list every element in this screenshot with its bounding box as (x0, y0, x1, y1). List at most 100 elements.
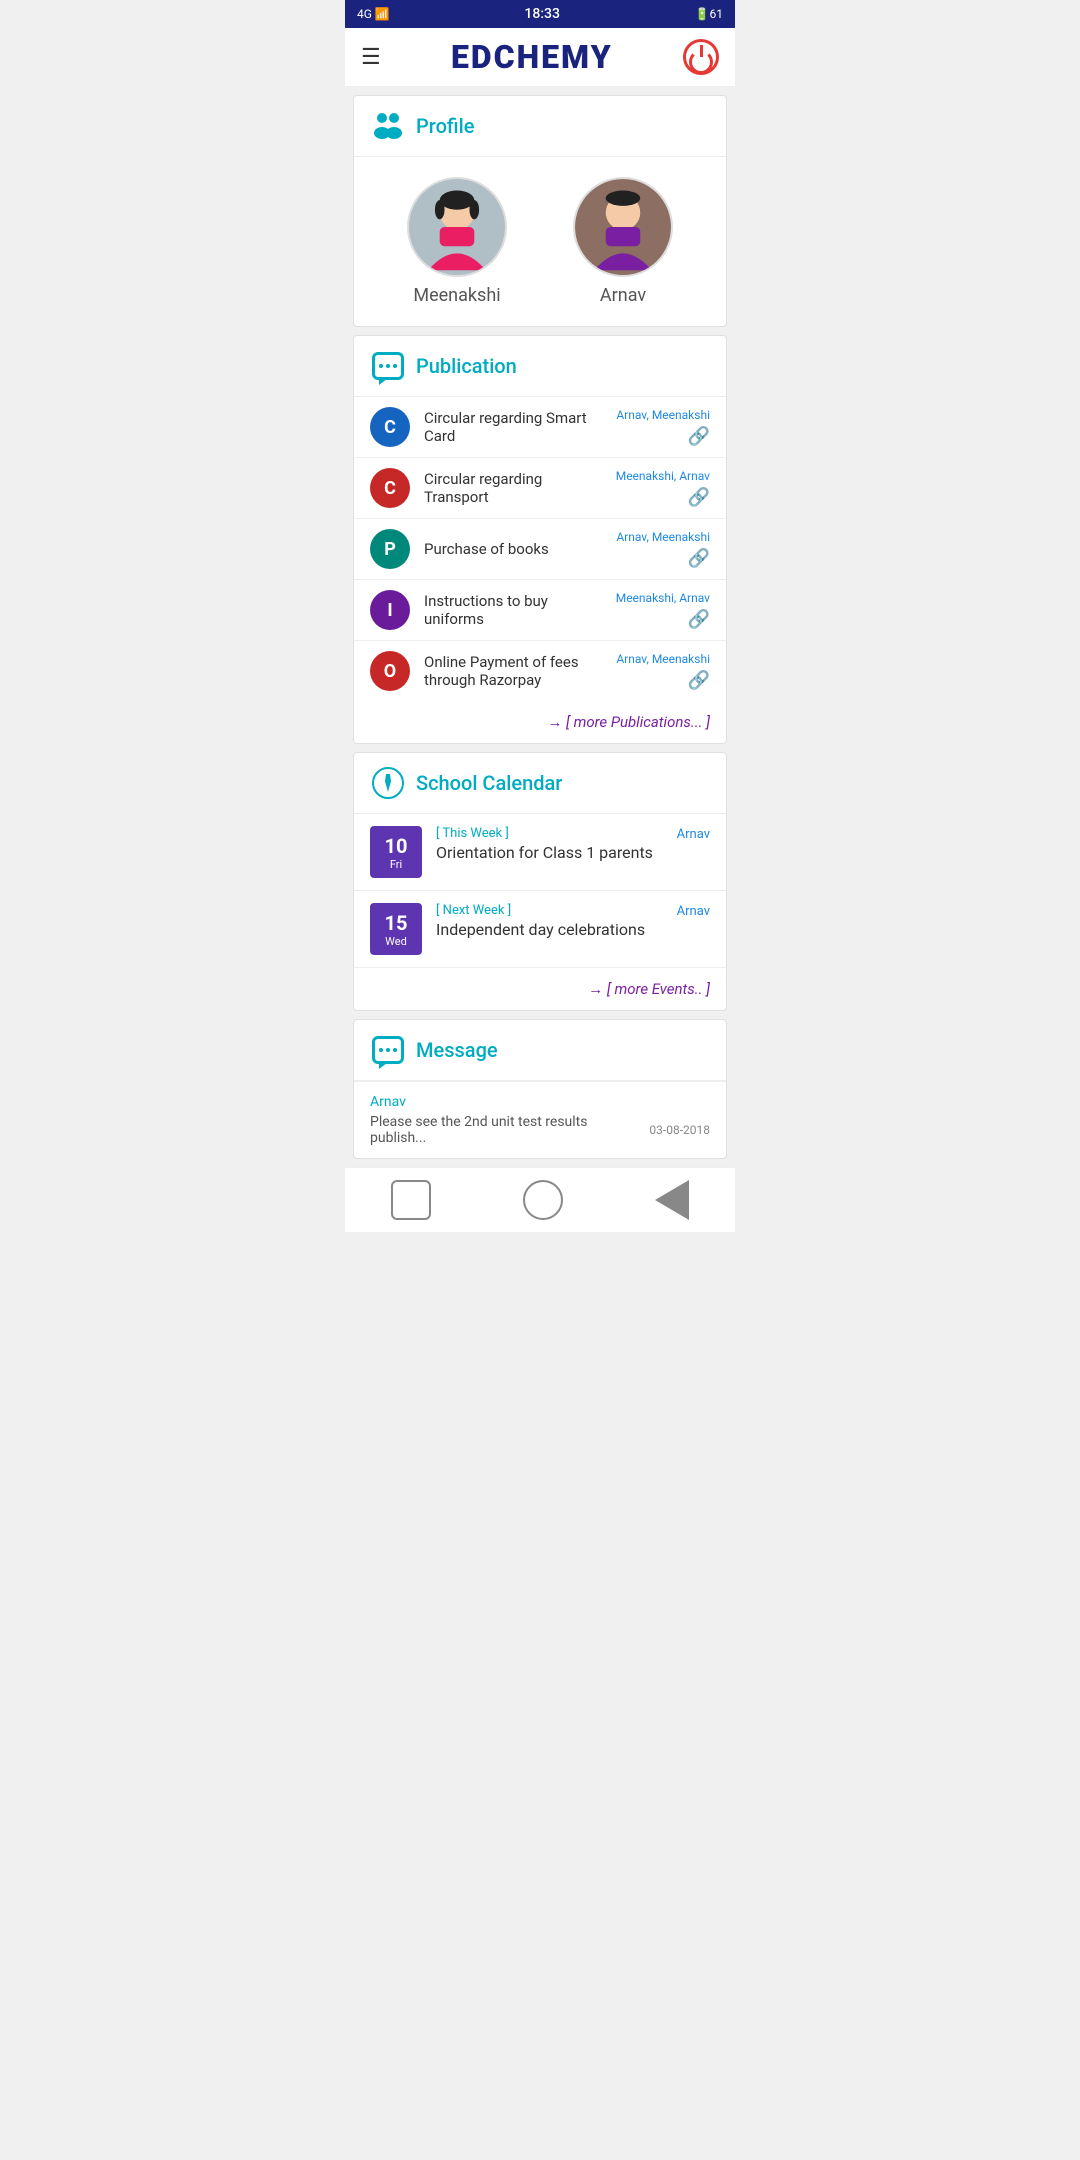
msg-date-0: 03-08-2018 (649, 1123, 710, 1137)
calendar-title: School Calendar (416, 771, 562, 795)
tie-shape (383, 774, 393, 792)
publication-item[interactable]: P Purchase of books Arnav, Meenakshi 🔗 (354, 519, 726, 580)
battery-indicator: 🔋61 (695, 7, 723, 21)
msg-dot-2 (386, 1048, 390, 1052)
cal-date-box-1: 15 Wed (370, 903, 422, 955)
pub-meta-0: Arnav, Meenakshi 🔗 (616, 408, 710, 447)
profile-section-header: Profile (354, 96, 726, 157)
publication-item[interactable]: O Online Payment of fees through Razorpa… (354, 641, 726, 701)
network-signal: 4G 📶 (357, 7, 390, 21)
app-header: ☰ EDCHEMY (345, 28, 735, 87)
home-button[interactable] (391, 1180, 431, 1220)
pub-badge-3: I (370, 590, 410, 630)
pub-names-0: Arnav, Meenakshi (616, 408, 710, 422)
pub-content-4: Online Payment of fees through Razorpay (424, 653, 602, 689)
publication-list: C Circular regarding Smart Card Arnav, M… (354, 397, 726, 701)
message-item[interactable]: Arnav Please see the 2nd unit test resul… (354, 1081, 726, 1158)
profile-card: Profile Meenakshi (353, 95, 727, 327)
publication-chat-icon (370, 348, 406, 384)
pub-names-1: Meenakshi, Arnav (616, 469, 710, 483)
cal-day-name-1: Wed (385, 935, 407, 948)
cal-student-1: Arnav (677, 904, 710, 919)
cal-day-num-0: 10 (385, 834, 408, 858)
publication-item[interactable]: I Instructions to buy uniforms Meenakshi… (354, 580, 726, 641)
menu-button[interactable]: ☰ (361, 45, 381, 70)
message-card: Message Arnav Please see the 2nd unit te… (353, 1019, 727, 1159)
attachment-icon-3: 🔗 (688, 609, 710, 630)
bottom-navigation (345, 1167, 735, 1232)
pub-title-0: Circular regarding Smart Card (424, 409, 602, 445)
pub-title-3: Instructions to buy uniforms (424, 592, 602, 628)
message-section-header: Message (354, 1020, 726, 1081)
attachment-icon-4: 🔗 (688, 670, 710, 691)
cal-content-0: [ This Week ] Arnav Orientation for Clas… (436, 826, 710, 862)
publication-section-header: Publication (354, 336, 726, 397)
profile-item-meenakshi[interactable]: Meenakshi (407, 177, 507, 306)
profile-name-meenakshi: Meenakshi (413, 285, 500, 306)
power-button[interactable] (683, 39, 719, 75)
pub-names-2: Arnav, Meenakshi (616, 530, 710, 544)
message-bubble-icon (372, 1036, 404, 1064)
msg-preview-0: Please see the 2nd unit test results pub… (370, 1114, 641, 1146)
calendar-tie-icon (370, 765, 406, 801)
cal-day-name-0: Fri (390, 858, 402, 871)
pub-badge-4: O (370, 651, 410, 691)
msg-dot-3 (393, 1048, 397, 1052)
attachment-icon-0: 🔗 (688, 426, 710, 447)
msg-dot-1 (379, 1048, 383, 1052)
avatar-arnav (573, 177, 673, 277)
pub-content-1: Circular regarding Transport (424, 470, 602, 506)
profile-item-arnav[interactable]: Arnav (573, 177, 673, 306)
profile-name-arnav: Arnav (600, 285, 646, 306)
msg-row-0: Please see the 2nd unit test results pub… (370, 1114, 710, 1146)
message-title: Message (416, 1038, 498, 1062)
more-events-link[interactable]: → [ more Events.. ] (354, 968, 726, 1010)
publication-item[interactable]: C Circular regarding Smart Card Arnav, M… (354, 397, 726, 458)
pub-names-3: Meenakshi, Arnav (616, 591, 710, 605)
status-bar: 4G 📶 18:33 🔋61 (345, 0, 735, 28)
pub-names-4: Arnav, Meenakshi (616, 652, 710, 666)
app-title: EDCHEMY (451, 38, 613, 76)
back-button[interactable] (523, 1180, 563, 1220)
calendar-events-list: 10 Fri [ This Week ] Arnav Orientation f… (354, 814, 726, 968)
msg-student-0: Arnav (370, 1094, 710, 1110)
tie-wrapper (372, 767, 404, 799)
message-chat-icon (370, 1032, 406, 1068)
pub-content-2: Purchase of books (424, 540, 602, 558)
chat-dot-1 (379, 364, 383, 368)
cal-week-tag-0: [ This Week ] (436, 826, 509, 841)
publication-card: Publication C Circular regarding Smart C… (353, 335, 727, 744)
avatar-meenakshi (407, 177, 507, 277)
profile-icon (370, 108, 406, 144)
pub-meta-2: Arnav, Meenakshi 🔗 (616, 530, 710, 569)
cal-day-num-1: 15 (385, 911, 408, 935)
pub-title-2: Purchase of books (424, 540, 602, 558)
pub-meta-4: Arnav, Meenakshi 🔗 (616, 652, 710, 691)
pub-content-3: Instructions to buy uniforms (424, 592, 602, 628)
more-publications-link[interactable]: → [ more Publications... ] (354, 701, 726, 743)
attachment-icon-1: 🔗 (688, 487, 710, 508)
pub-meta-1: Meenakshi, Arnav 🔗 (616, 469, 710, 508)
chat-bubble-icon (372, 352, 404, 380)
status-time: 18:33 (524, 6, 560, 22)
attachment-icon-2: 🔗 (688, 548, 710, 569)
chat-dot-3 (393, 364, 397, 368)
calendar-event-item[interactable]: 10 Fri [ This Week ] Arnav Orientation f… (354, 814, 726, 891)
school-calendar-card: School Calendar 10 Fri [ This Week ] Arn… (353, 752, 727, 1011)
publication-item[interactable]: C Circular regarding Transport Meenakshi… (354, 458, 726, 519)
pub-badge-0: C (370, 407, 410, 447)
cal-event-title-0: Orientation for Class 1 parents (436, 843, 710, 862)
nav-back-triangle[interactable] (655, 1180, 689, 1220)
calendar-event-item[interactable]: 15 Wed [ Next Week ] Arnav Independent d… (354, 891, 726, 968)
pub-meta-3: Meenakshi, Arnav 🔗 (616, 591, 710, 630)
profile-children-list: Meenakshi Arnav (354, 157, 726, 326)
cal-event-title-1: Independent day celebrations (436, 920, 710, 939)
pub-content-0: Circular regarding Smart Card (424, 409, 602, 445)
pub-title-4: Online Payment of fees through Razorpay (424, 653, 602, 689)
publication-title: Publication (416, 354, 517, 378)
cal-student-0: Arnav (677, 827, 710, 842)
cal-week-tag-1: [ Next Week ] (436, 903, 511, 918)
chat-dot-2 (386, 364, 390, 368)
pub-badge-2: P (370, 529, 410, 569)
pub-badge-1: C (370, 468, 410, 508)
